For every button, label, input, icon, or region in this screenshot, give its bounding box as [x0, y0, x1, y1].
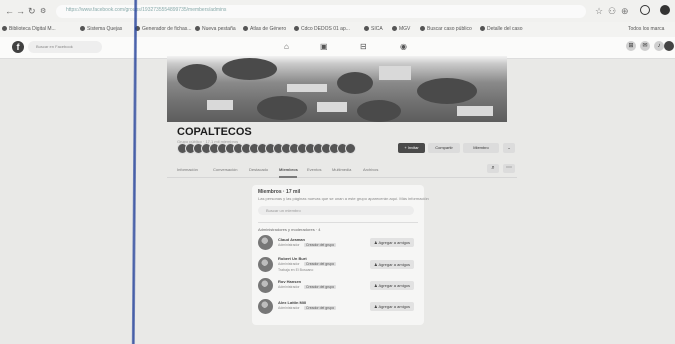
bookmark-icon [420, 26, 425, 31]
bookmark-item[interactable]: Atlas de Género [243, 26, 286, 32]
bookmark-item[interactable]: Generador de fichas... [135, 26, 191, 32]
bookmark-item[interactable]: SICA [364, 26, 383, 32]
member-name[interactable]: Robert Un Burt [278, 256, 307, 261]
account-avatar[interactable] [664, 41, 674, 51]
member-role: Administrador [278, 306, 300, 310]
tab-eventos[interactable]: Eventos [307, 167, 321, 172]
bookmark-icon [243, 26, 248, 31]
bookmark-icon [195, 26, 200, 31]
notifications-icon[interactable]: ♪ [654, 41, 664, 51]
tab-multimedia[interactable]: Multimedia [332, 167, 351, 172]
tab-destacado[interactable]: Destacado [249, 167, 268, 172]
add-friend-button[interactable]: ♟ Agregar a amigos [370, 281, 414, 290]
bookmark-icon [364, 26, 369, 31]
bookmark-item[interactable]: MGV [392, 26, 410, 32]
member-avatar[interactable] [258, 257, 273, 272]
bookmark-icon [480, 26, 485, 31]
share-button[interactable]: Compartir [428, 143, 460, 153]
video-icon[interactable]: ▣ [320, 42, 328, 51]
bookmark-item[interactable]: Sistema Quejas [80, 26, 122, 32]
member-name[interactable]: Rov Hansen [278, 279, 301, 284]
bookmark-item[interactable]: Nueva pestaña [195, 26, 236, 32]
member-badge: Creador del grupo [304, 285, 337, 289]
tab-conversacion[interactable]: Conversación [213, 167, 237, 172]
member-avatar[interactable] [345, 143, 356, 154]
member-role: Administrador [278, 262, 300, 266]
site-info-icon[interactable]: ⚙ [40, 7, 46, 16]
member-search-input[interactable]: Buscar un miembro [258, 206, 414, 215]
menu-icon[interactable] [660, 5, 670, 15]
forward-icon[interactable]: → [16, 7, 25, 16]
messenger-icon[interactable]: ✉ [640, 41, 650, 51]
tab-archivos[interactable]: Archivos [363, 167, 378, 172]
marketplace-icon[interactable]: ⊟ [360, 42, 367, 51]
bookmark-item[interactable]: Detalle del caso [480, 26, 523, 32]
member-badge: Creador del grupo [304, 243, 337, 247]
bookmark-item[interactable]: Biblioteca Digital M... [2, 26, 56, 32]
member-name[interactable]: Alex Lattin Mill [278, 300, 306, 305]
active-tab-indicator [279, 176, 297, 178]
members-title: Miembros · 17 mil [258, 189, 301, 195]
bookmark-item[interactable]: Cdco DEDOS 01 ap... [294, 26, 350, 32]
admins-section-heading: Administradores y moderadores · 4 [258, 227, 321, 232]
member-workplace: Trabaja en El Boscano [278, 268, 314, 272]
member-button[interactable]: Miembro [463, 143, 499, 153]
facebook-logo-icon[interactable]: f [12, 41, 24, 53]
bookmark-icon [294, 26, 299, 31]
member-avatar[interactable] [258, 278, 273, 293]
member-badge: Creador del grupo [304, 262, 337, 266]
members-description: Las personas y las páginas nuevas que se… [258, 196, 429, 201]
profile-icon[interactable] [640, 5, 650, 15]
add-friend-button[interactable]: ♟ Agregar a amigos [370, 238, 414, 247]
tab-miembros[interactable]: Miembros [279, 167, 298, 172]
invite-button[interactable]: + Invitar [398, 143, 425, 153]
member-role: Administrador [278, 285, 300, 289]
facebook-search-input[interactable]: Buscar en Facebook [28, 41, 102, 53]
group-tabs: Información Conversación Destacado Miemb… [167, 160, 517, 178]
zoom-icon[interactable]: ⚇ [608, 6, 616, 17]
bookmarks-bar: Biblioteca Digital M... Sistema Quejas G… [0, 22, 675, 37]
url-text: https://www.facebook.com/groups/19327355… [66, 7, 227, 13]
home-icon[interactable]: ⌂ [284, 42, 289, 51]
group-name[interactable]: COPALTECOS [177, 126, 252, 138]
apps-grid-icon[interactable]: ⊞ [626, 41, 636, 51]
group-cover-photo [167, 56, 507, 122]
bookmark-icon [392, 26, 397, 31]
back-icon[interactable]: ← [5, 7, 14, 16]
more-options-icon[interactable]: ⋯ [503, 164, 515, 173]
add-friend-button[interactable]: ♟ Agregar a amigos [370, 302, 414, 311]
member-role: Administrador [278, 243, 300, 247]
more-button[interactable]: ⌄ [503, 143, 515, 153]
add-friend-button[interactable]: ♟ Agregar a amigos [370, 260, 414, 269]
member-name[interactable]: Claud Araman [278, 237, 305, 242]
search-icon[interactable]: ⌕ [487, 164, 499, 173]
browser-toolbar: ← → ↻ ⚙ https://www.facebook.com/groups/… [0, 0, 675, 22]
divider [258, 222, 418, 223]
reload-icon[interactable]: ↻ [28, 7, 36, 16]
member-avatar[interactable] [258, 299, 273, 314]
search-placeholder: Buscar en Facebook [36, 44, 73, 49]
star-icon[interactable]: ☆ [595, 6, 603, 17]
member-search-placeholder: Buscar un miembro [266, 208, 301, 213]
groups-icon[interactable]: ◉ [400, 42, 407, 51]
bookmark-icon [2, 26, 7, 31]
bookmark-item[interactable]: Buscar caso público [420, 26, 472, 32]
member-badge: Creador del grupo [304, 306, 337, 310]
member-avatar[interactable] [258, 235, 273, 250]
members-card: Miembros · 17 mil Las personas y las pág… [252, 185, 429, 325]
extensions-icon[interactable]: ⊕ [621, 6, 629, 17]
bookmark-icon [80, 26, 85, 31]
all-bookmarks[interactable]: Todos los marca [628, 26, 664, 32]
tab-informacion[interactable]: Información [177, 167, 198, 172]
